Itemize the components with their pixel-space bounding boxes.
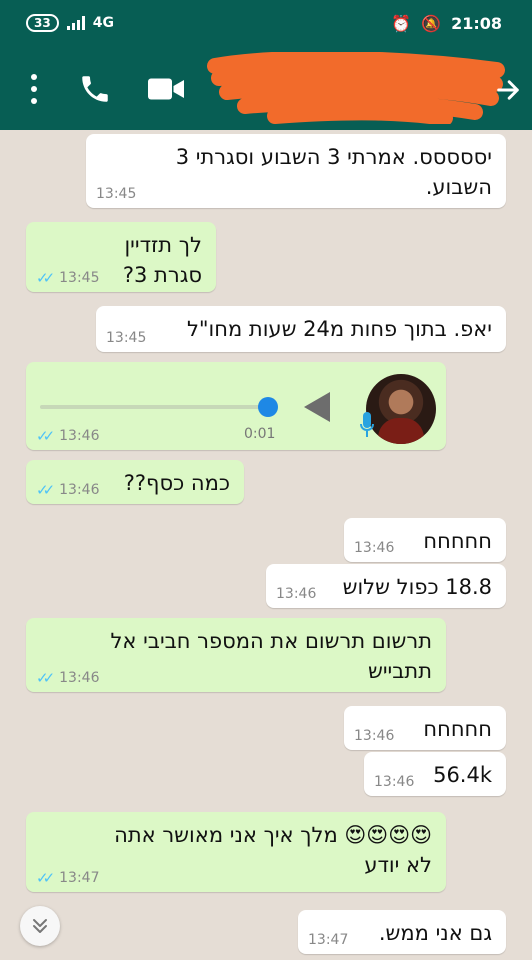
message-text: 😍😍😍😍 מלך איך אני מאושר אתה bbox=[114, 823, 432, 847]
message-bubble-incoming[interactable]: חחחחח 13:46 bbox=[344, 706, 506, 750]
read-ticks-icon: ✓✓ bbox=[36, 869, 55, 887]
message-time: 13:46 bbox=[354, 728, 395, 744]
scroll-to-bottom-button[interactable] bbox=[20, 906, 60, 946]
message-text: יססססס. אמרתי 3 השבוע וסגרתי 3 bbox=[175, 145, 492, 169]
read-ticks-icon: ✓✓ bbox=[36, 269, 55, 287]
message-meta: 13:46 bbox=[354, 728, 394, 744]
back-arrow-icon[interactable] bbox=[494, 76, 522, 104]
message-time: 13:46 bbox=[59, 428, 100, 444]
message-meta: 13:45 bbox=[106, 330, 146, 346]
status-bar: 33 4G ⏰ 🔕 21:08 bbox=[0, 0, 532, 48]
read-ticks-icon: ✓✓ bbox=[36, 669, 55, 687]
message-text: תרשום תרשום את המספר חביבי אל bbox=[110, 629, 432, 653]
message-time: 13:46 bbox=[276, 586, 317, 602]
message-meta: 13:46 bbox=[374, 774, 414, 790]
chat-area[interactable]: יססססס. אמרתי 3 השבוע וסגרתי 3 השבוע. 13… bbox=[0, 130, 532, 960]
voice-message[interactable]: 0:01 ✓✓ 13:46 bbox=[26, 362, 446, 450]
message-bubble-incoming[interactable]: יאפ. בתוך פחות מ24 שעות מחו"ל 13:45 bbox=[96, 306, 506, 352]
message-meta: 13:46 bbox=[276, 586, 316, 602]
message-meta: 13:45 bbox=[96, 186, 136, 202]
double-chevron-down-icon bbox=[33, 919, 47, 933]
message-bubble-incoming[interactable]: 56.4k 13:46 bbox=[364, 752, 506, 796]
message-meta: ✓✓ 13:46 bbox=[36, 482, 100, 498]
network-type: 4G bbox=[92, 15, 114, 31]
video-call-icon[interactable] bbox=[148, 74, 184, 104]
message-meta: ✓✓ 13:46 bbox=[36, 428, 100, 444]
message-bubble-incoming[interactable]: 18.8 כפול שלוש 13:46 bbox=[266, 564, 506, 608]
status-right: ⏰ 🔕 21:08 bbox=[391, 14, 502, 33]
message-time: 13:45 bbox=[96, 186, 137, 202]
play-icon[interactable] bbox=[304, 392, 330, 422]
message-meta: ✓✓ 13:46 bbox=[36, 670, 100, 686]
message-time: 13:47 bbox=[59, 870, 100, 886]
message-text: יאפ. בתוך פחות מ24 שעות מחו"ל bbox=[186, 317, 492, 341]
message-bubble-incoming[interactable]: גם אני ממש. 13:47 bbox=[298, 910, 506, 954]
status-left: 33 4G bbox=[26, 14, 114, 32]
message-meta: ✓✓ 13:45 bbox=[36, 270, 100, 286]
phone-icon[interactable] bbox=[78, 72, 112, 106]
message-meta: 13:46 bbox=[354, 540, 394, 556]
signal-icon bbox=[66, 16, 85, 30]
message-time: 13:46 bbox=[59, 482, 100, 498]
message-time: 13:46 bbox=[374, 774, 415, 790]
message-bubble-outgoing[interactable]: 😍😍😍😍 מלך איך אני מאושר אתה לא יודע ✓✓ 13:… bbox=[26, 812, 446, 892]
voice-duration: 0:01 bbox=[244, 426, 276, 442]
message-time: 13:45 bbox=[59, 270, 100, 286]
voice-seek-handle[interactable] bbox=[258, 397, 278, 417]
mic-icon bbox=[360, 412, 374, 437]
chat-header bbox=[0, 48, 532, 130]
read-ticks-icon: ✓✓ bbox=[36, 481, 55, 499]
message-time: 13:47 bbox=[308, 932, 349, 948]
message-bubble-outgoing[interactable]: תרשום תרשום את המספר חביבי אל תתבייש ✓✓ 1… bbox=[26, 618, 446, 692]
more-vert-icon[interactable] bbox=[24, 74, 44, 104]
message-time: 13:46 bbox=[59, 670, 100, 686]
redaction-scribble bbox=[207, 52, 505, 124]
avatar bbox=[366, 374, 436, 444]
message-text: השבוע. bbox=[425, 175, 492, 199]
message-time: 13:46 bbox=[354, 540, 395, 556]
message-bubble-incoming[interactable]: חחחחח 13:46 bbox=[344, 518, 506, 562]
notifications-off-icon: 🔕 bbox=[421, 14, 442, 33]
message-bubble-incoming[interactable]: יססססס. אמרתי 3 השבוע וסגרתי 3 השבוע. 13… bbox=[86, 134, 506, 208]
message-bubble-outgoing[interactable]: לך תזדיין סגרת 3? ✓✓ 13:45 bbox=[26, 222, 216, 292]
read-ticks-icon: ✓✓ bbox=[36, 427, 55, 445]
message-text: לך תזדיין bbox=[124, 233, 202, 257]
clock: 21:08 bbox=[451, 14, 502, 33]
voice-progress-track[interactable] bbox=[40, 405, 268, 409]
message-meta: 13:47 bbox=[308, 932, 348, 948]
alarm-icon: ⏰ bbox=[391, 14, 412, 33]
message-time: 13:45 bbox=[106, 330, 147, 346]
battery-badge: 33 bbox=[26, 14, 59, 32]
message-bubble-outgoing[interactable]: כמה כסף?? ✓✓ 13:46 bbox=[26, 460, 244, 504]
message-meta: ✓✓ 13:47 bbox=[36, 870, 100, 886]
